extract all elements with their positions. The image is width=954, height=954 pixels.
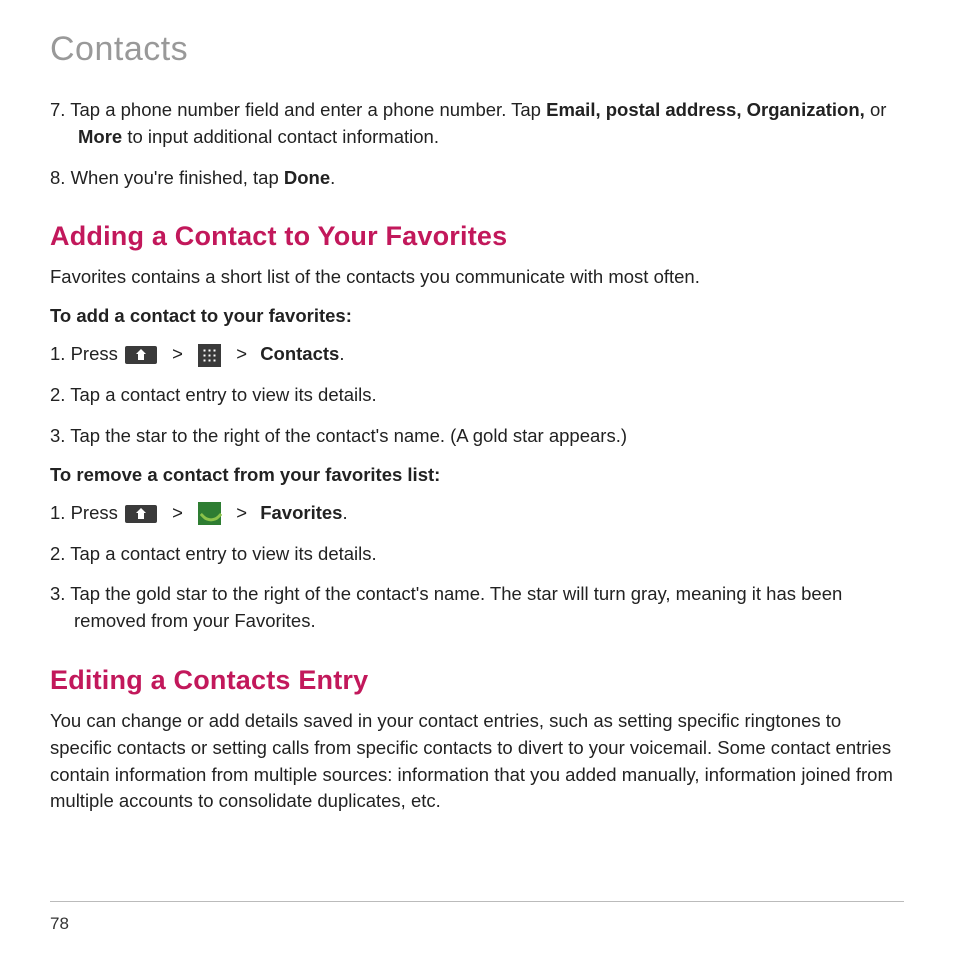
intro-editing: You can change or add details saved in y… — [50, 708, 904, 815]
step-7-text-d: to input additional contact information. — [122, 126, 439, 147]
remove-step-3: 3. Tap the gold star to the right of the… — [50, 581, 904, 635]
page-title: Contacts — [50, 30, 904, 69]
add-step-1-dot: . — [339, 343, 344, 364]
subheading-remove: To remove a contact from your favorites … — [50, 464, 904, 486]
chevron-right-1: > — [167, 343, 188, 364]
phone-icon — [198, 502, 221, 525]
step-7-text-c: or — [865, 99, 887, 120]
home-icon — [125, 346, 157, 364]
step-8: 8. When you're finished, tap Done. — [50, 165, 904, 192]
intro-favorites: Favorites contains a short list of the c… — [50, 264, 904, 291]
add-step-2: 2. Tap a contact entry to view its detai… — [50, 382, 904, 409]
heading-adding-favorites: Adding a Contact to Your Favorites — [50, 221, 904, 252]
add-step-1: 1. Press > > Contacts. — [50, 341, 904, 368]
remove-step-1: 1. Press > > Favorites. — [50, 500, 904, 527]
step-7-bold-2: More — [78, 126, 122, 147]
subheading-add: To add a contact to your favorites: — [50, 305, 904, 327]
chevron-right-4: > — [231, 502, 252, 523]
apps-grid-icon — [198, 344, 221, 367]
step-8-text-a: 8. When you're finished, tap — [50, 167, 284, 188]
remove-step-1-bold: Favorites — [260, 502, 342, 523]
remove-step-2: 2. Tap a contact entry to view its detai… — [50, 541, 904, 568]
home-icon-2 — [125, 505, 157, 523]
step-8-text-c: . — [330, 167, 335, 188]
step-7-text-a: 7. Tap a phone number field and enter a … — [50, 99, 546, 120]
step-7: 7. Tap a phone number field and enter a … — [50, 97, 904, 151]
step-8-bold: Done — [284, 167, 330, 188]
remove-step-1-text-a: 1. Press — [50, 502, 123, 523]
heading-editing: Editing a Contacts Entry — [50, 665, 904, 696]
remove-step-1-dot: . — [342, 502, 347, 523]
chevron-right-3: > — [167, 502, 188, 523]
add-step-1-bold: Contacts — [260, 343, 339, 364]
step-7-bold-1: Email, postal address, Organization, — [546, 99, 865, 120]
page-number: 78 — [50, 914, 69, 934]
chevron-right-2: > — [231, 343, 252, 364]
page-divider — [50, 901, 904, 902]
add-step-1-text-a: 1. Press — [50, 343, 123, 364]
add-step-3: 3. Tap the star to the right of the cont… — [50, 423, 904, 450]
